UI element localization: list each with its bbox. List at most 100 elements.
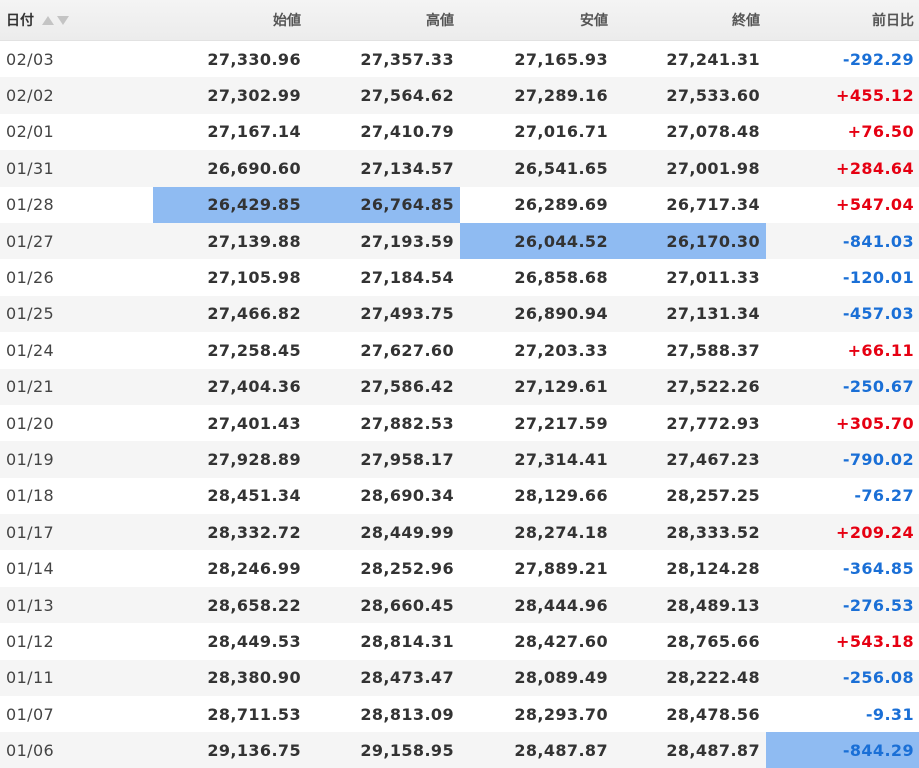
open-cell: 28,380.90 [207, 668, 301, 688]
change-cell: -457.03 [842, 304, 914, 324]
high-cell: 28,252.96 [360, 559, 454, 579]
date-cell: 01/11 [6, 668, 55, 688]
high-cell: 28,449.99 [360, 522, 454, 542]
table-row: 01/24 27,258.45 27,627.60 27,203.33 27,5… [0, 332, 919, 368]
low-cell-highlighted: 26,044.52 [460, 222, 614, 260]
high-cell: 28,473.47 [360, 668, 454, 688]
column-header-open: 始値 [273, 13, 301, 29]
change-cell: -276.53 [842, 595, 914, 615]
change-cell: -120.01 [842, 268, 914, 288]
open-cell: 27,466.82 [207, 304, 301, 324]
low-cell: 28,129.66 [514, 486, 608, 506]
date-cell: 01/12 [6, 631, 55, 651]
date-cell: 01/31 [6, 158, 55, 178]
date-cell: 01/18 [6, 486, 55, 506]
close-cell: 27,588.37 [666, 340, 760, 360]
date-cell: 01/21 [6, 377, 55, 397]
column-header-date-label: 日付 [6, 13, 34, 29]
low-cell: 27,165.93 [514, 49, 608, 69]
change-cell: +209.24 [836, 522, 914, 542]
open-cell: 28,711.53 [207, 704, 301, 724]
date-cell: 01/25 [6, 304, 55, 324]
date-cell: 01/06 [6, 741, 55, 761]
table-header: 日付 始値 高値 安値 終値 前日比 [0, 0, 919, 41]
open-cell: 27,258.45 [207, 340, 301, 360]
high-cell: 27,134.57 [360, 158, 454, 178]
high-cell: 27,586.42 [360, 377, 454, 397]
close-cell: 27,533.60 [666, 86, 760, 106]
high-cell: 29,158.95 [360, 741, 454, 761]
close-cell: 27,078.48 [666, 122, 760, 142]
close-cell: 28,257.25 [666, 486, 760, 506]
low-cell: 27,889.21 [514, 559, 608, 579]
date-cell: 01/19 [6, 449, 55, 469]
high-cell: 27,627.60 [360, 340, 454, 360]
high-cell: 27,410.79 [360, 122, 454, 142]
high-cell-highlighted: 26,764.85 [307, 186, 460, 223]
change-cell: -292.29 [842, 49, 914, 69]
column-header-change: 前日比 [872, 13, 914, 29]
open-cell: 28,246.99 [207, 559, 301, 579]
date-cell: 01/27 [6, 231, 55, 251]
table-row: 02/03 27,330.96 27,357.33 27,165.93 27,2… [0, 41, 919, 77]
table-row: 01/20 27,401.43 27,882.53 27,217.59 27,7… [0, 405, 919, 441]
change-cell: -9.31 [865, 704, 914, 724]
change-cell: -841.03 [842, 231, 914, 251]
table-row: 01/31 26,690.60 27,134.57 26,541.65 27,0… [0, 150, 919, 187]
low-cell: 26,890.94 [514, 304, 608, 324]
open-cell: 27,330.96 [207, 49, 301, 69]
low-cell: 28,487.87 [514, 741, 608, 761]
close-cell: 28,478.56 [666, 704, 760, 724]
close-cell: 27,011.33 [666, 268, 760, 288]
open-cell: 26,690.60 [207, 158, 301, 178]
table-row: 01/14 28,246.99 28,252.96 27,889.21 28,1… [0, 550, 919, 586]
date-cell: 01/28 [6, 195, 55, 215]
close-cell: 28,333.52 [666, 522, 760, 542]
close-cell: 27,241.31 [666, 49, 760, 69]
open-cell: 28,449.53 [207, 631, 301, 651]
date-cell: 01/17 [6, 522, 55, 542]
close-cell: 27,522.26 [666, 377, 760, 397]
table-row: 01/28 26,429.85 26,764.85 26,289.69 26,7… [0, 186, 919, 223]
change-cell: -76.27 [854, 486, 914, 506]
sort-descending-icon[interactable] [57, 15, 69, 25]
date-cell: 02/01 [6, 122, 55, 142]
open-cell: 27,928.89 [207, 449, 301, 469]
sort-ascending-icon[interactable] [42, 15, 54, 25]
low-cell: 26,541.65 [514, 158, 608, 178]
change-cell: -364.85 [842, 559, 914, 579]
close-cell: 27,467.23 [666, 449, 760, 469]
open-cell: 28,658.22 [207, 595, 301, 615]
low-cell: 27,203.33 [514, 340, 608, 360]
stock-price-table: 日付 始値 高値 安値 終値 前日比 02/03 27,330.96 27,35… [0, 0, 919, 768]
change-cell: -790.02 [842, 449, 914, 469]
close-cell: 27,001.98 [666, 158, 760, 178]
change-cell: +547.04 [836, 195, 914, 215]
open-cell: 27,302.99 [207, 86, 301, 106]
table-row: 01/17 28,332.72 28,449.99 28,274.18 28,3… [0, 514, 919, 551]
date-cell: 01/24 [6, 340, 55, 360]
close-cell: 28,124.28 [666, 559, 760, 579]
low-cell: 27,289.16 [514, 86, 608, 106]
table-row: 01/18 28,451.34 28,690.34 28,129.66 28,2… [0, 478, 919, 514]
close-cell: 27,772.93 [666, 413, 760, 433]
high-cell: 27,184.54 [360, 268, 454, 288]
open-cell: 29,136.75 [207, 741, 301, 761]
close-cell: 28,487.87 [666, 741, 760, 761]
high-cell: 27,882.53 [360, 413, 454, 433]
date-cell: 02/02 [6, 86, 55, 106]
change-cell: +305.70 [836, 413, 914, 433]
open-cell: 27,139.88 [207, 231, 301, 251]
table-row: 01/06 29,136.75 29,158.95 28,487.87 28,4… [0, 732, 919, 768]
date-cell: 01/26 [6, 268, 55, 288]
column-header-high: 高値 [426, 13, 454, 29]
low-cell: 26,289.69 [514, 195, 608, 215]
date-cell: 01/13 [6, 595, 55, 615]
low-cell: 27,129.61 [514, 377, 608, 397]
change-cell: -256.08 [842, 668, 914, 688]
column-header-date[interactable]: 日付 [0, 0, 153, 40]
sort-control[interactable] [42, 15, 69, 25]
close-cell: 28,765.66 [666, 631, 760, 651]
table-row: 02/01 27,167.14 27,410.79 27,016.71 27,0… [0, 114, 919, 150]
change-cell: +455.12 [836, 86, 914, 106]
